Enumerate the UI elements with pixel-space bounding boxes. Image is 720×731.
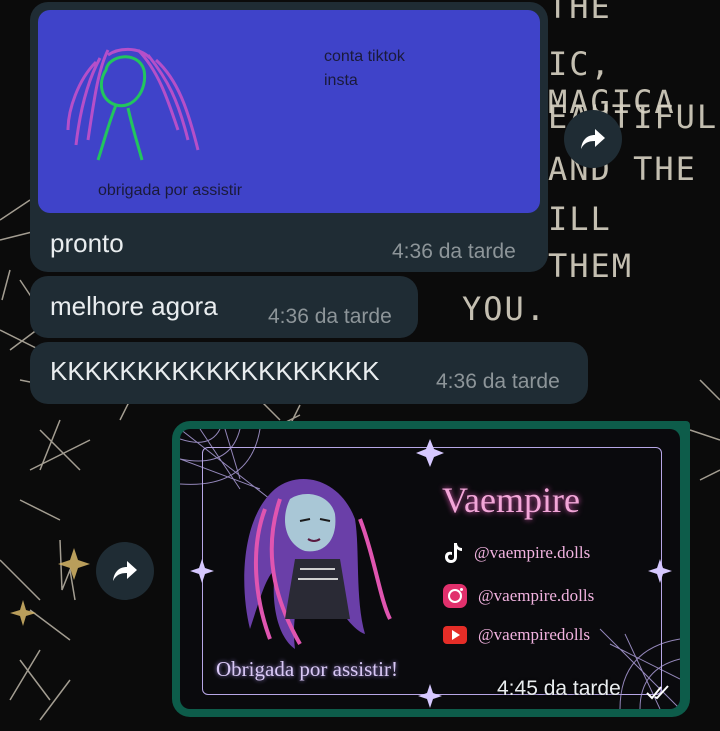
- social-handle: @vaempire.dolls: [474, 543, 591, 562]
- message-text: KKKKKKKKKKKKKKKKKKK: [50, 356, 380, 386]
- share-arrow-icon: [113, 561, 137, 581]
- drawing-image[interactable]: conta tiktok insta obrigada por assistir: [38, 10, 540, 213]
- brand-title: Vaempire: [442, 480, 580, 520]
- youtube-icon: [443, 626, 467, 644]
- double-check-icon: [646, 685, 669, 700]
- character-illustration: [244, 479, 392, 649]
- drawing-text: conta tiktok: [324, 48, 405, 65]
- forward-button[interactable]: [96, 542, 154, 600]
- drawing-text: insta: [324, 72, 358, 89]
- vaempire-card-image[interactable]: Vaempire @vaempire.dolls @vaempire.dolls…: [180, 429, 680, 709]
- social-row-youtube: @vaempiredolls: [442, 625, 590, 645]
- message-time: 4:36 da tarde: [392, 240, 516, 263]
- message-text: melhore agora: [50, 291, 218, 321]
- drawing-text: obrigada por assistir: [98, 182, 243, 199]
- card-thanks-text: Obrigada por assistir!: [216, 657, 398, 681]
- tiktok-icon: [445, 543, 462, 563]
- message-time: 4:36 da tarde: [268, 305, 392, 328]
- message-time: 4:36 da tarde: [436, 370, 560, 393]
- social-row-tiktok: @vaempire.dolls: [442, 541, 590, 565]
- message-time: 4:45 da tarde: [497, 677, 621, 700]
- forward-button[interactable]: [564, 110, 622, 168]
- social-row-instagram: @vaempire.dolls: [442, 583, 594, 609]
- social-handle: @vaempiredolls: [478, 625, 590, 644]
- instagram-icon: [443, 584, 467, 608]
- message-text: pronto: [50, 228, 124, 258]
- social-handle: @vaempire.dolls: [478, 586, 595, 605]
- share-arrow-icon: [581, 129, 605, 149]
